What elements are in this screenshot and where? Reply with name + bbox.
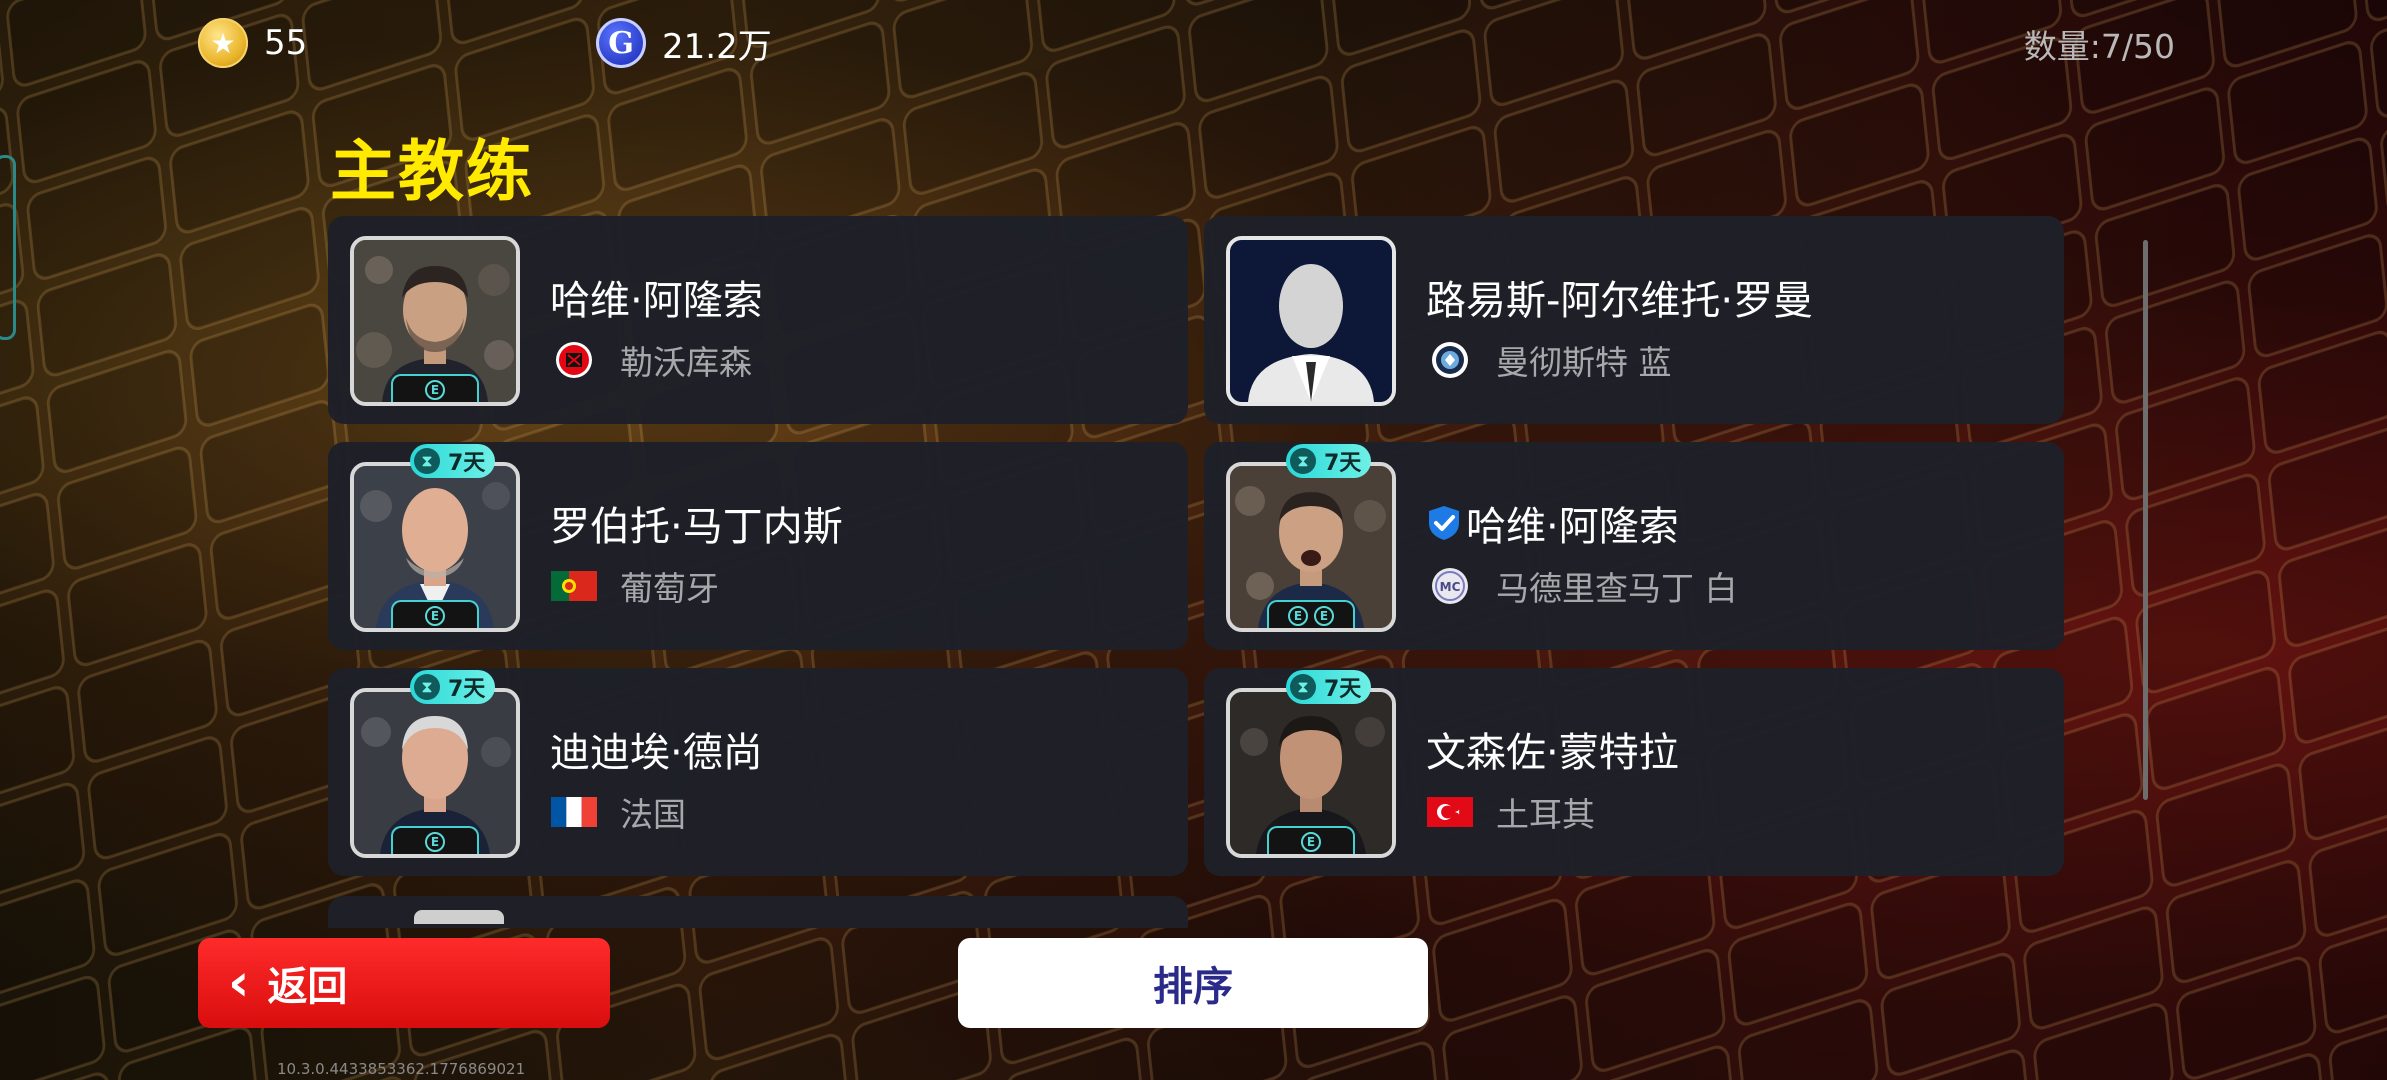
- e-badge-icon: E: [1301, 832, 1321, 852]
- e-badge-icon: E: [1314, 606, 1334, 626]
- hourglass-icon: ⧗: [1290, 448, 1316, 474]
- timer-text: 7天: [448, 677, 486, 702]
- team-name: 葡萄牙: [620, 569, 719, 608]
- back-button[interactable]: ‹ 返回: [198, 938, 610, 1028]
- coach-name: 哈维·阿隆索: [550, 278, 763, 324]
- e-badge-icon: E: [425, 832, 445, 852]
- time-limit-badge: ⧗ 7天: [410, 444, 496, 478]
- team-name: 法国: [620, 795, 686, 834]
- coach-list[interactable]: E 哈维·阿隆索 勒沃库森 路易斯-阿尔维托·罗曼 曼彻斯特 蓝 ⧗ 7天 E …: [328, 216, 2064, 928]
- e-badge-icon: E: [425, 380, 445, 400]
- coach-team: MC 马德里查马丁 白: [1426, 562, 1738, 610]
- hourglass-icon: ⧗: [1290, 674, 1316, 700]
- timer-text: 7天: [1324, 451, 1362, 476]
- manchester-blue-crest-icon: [1426, 340, 1474, 380]
- coach-card-partial[interactable]: [328, 896, 1188, 928]
- coach-badge: E: [1267, 826, 1355, 854]
- verified-shield-icon: [1426, 504, 1462, 542]
- e-badge-icon: E: [425, 606, 445, 626]
- coach-badge: E: [391, 600, 479, 628]
- time-limit-badge: ⧗ 7天: [410, 670, 496, 704]
- team-name: 马德里查马丁 白: [1496, 569, 1738, 608]
- time-limit-badge: ⧗ 7天: [1286, 670, 1372, 704]
- coach-card[interactable]: ⧗ 7天 E 文森佐·蒙特拉 土耳其: [1204, 668, 2064, 876]
- sort-button[interactable]: 排序: [958, 938, 1428, 1028]
- coach-portrait: E E: [1226, 462, 1396, 632]
- coach-card[interactable]: ⧗ 7天 E 迪迪埃·德尚 法国: [328, 668, 1188, 876]
- coach-card[interactable]: 路易斯-阿尔维托·罗曼 曼彻斯特 蓝: [1204, 216, 2064, 424]
- sort-button-label: 排序: [1153, 964, 1233, 1010]
- coach-portrait: E: [350, 462, 520, 632]
- page-title: 主教练: [330, 133, 534, 210]
- coach-team: 土耳其: [1426, 788, 1595, 836]
- hourglass-icon: ⧗: [414, 448, 440, 474]
- gp-display: G 21.2万: [596, 18, 772, 68]
- chevron-left-icon: ‹: [228, 953, 250, 1013]
- svg-text:MC: MC: [1440, 580, 1461, 594]
- coach-name: 哈维·阿隆索: [1426, 494, 1679, 552]
- team-name: 曼彻斯特 蓝: [1496, 343, 1672, 382]
- coach-name: 文森佐·蒙特拉: [1426, 730, 1679, 776]
- coach-badge: E E: [1267, 600, 1355, 628]
- coach-card[interactable]: ⧗ 7天 E E 哈维·阿隆索 MC 马德里查马丁 白: [1204, 442, 2064, 650]
- coach-portrait: E: [1226, 688, 1396, 858]
- portugal-flag-icon: [550, 566, 598, 606]
- coach-badge: E: [391, 826, 479, 854]
- turkey-flag-icon: [1426, 792, 1474, 832]
- coach-name: 路易斯-阿尔维托·罗曼: [1426, 278, 1814, 324]
- time-limit-badge: ⧗ 7天: [1286, 444, 1372, 478]
- timer-text: 7天: [1324, 677, 1362, 702]
- version-label: 10.3.0.4433853362.1776869021: [277, 1060, 526, 1078]
- leverkusen-crest-icon: [550, 340, 598, 380]
- madrid-white-crest-icon: MC: [1426, 566, 1474, 606]
- france-flag-icon: [550, 792, 598, 832]
- coach-card[interactable]: E 哈维·阿隆索 勒沃库森: [328, 216, 1188, 424]
- coach-name: 罗伯托·马丁内斯: [550, 504, 843, 550]
- coach-team: 法国: [550, 788, 686, 836]
- coins-value: 55: [264, 23, 308, 63]
- gp-coin-icon: G: [596, 18, 646, 68]
- team-name: 土耳其: [1496, 795, 1595, 834]
- coach-team: 勒沃库森: [550, 336, 752, 384]
- coins-display: ★ 55: [198, 18, 307, 68]
- coach-portrait-placeholder: [1226, 236, 1396, 406]
- timer-text: 7天: [448, 451, 486, 476]
- gp-value: 21.2万: [662, 26, 772, 67]
- hourglass-icon: ⧗: [414, 674, 440, 700]
- team-name: 勒沃库森: [620, 343, 752, 382]
- coach-portrait: E: [350, 236, 520, 406]
- coach-portrait: E: [350, 688, 520, 858]
- list-scrollbar[interactable]: [2143, 240, 2148, 800]
- coach-card[interactable]: ⧗ 7天 E 罗伯托·马丁内斯 葡萄牙: [328, 442, 1188, 650]
- e-badge-icon: E: [1288, 606, 1308, 626]
- back-button-label: 返回: [267, 964, 348, 1010]
- coach-badge: E: [391, 374, 479, 402]
- coach-team: 曼彻斯特 蓝: [1426, 336, 1672, 384]
- portrait-frame-top: [414, 910, 504, 924]
- coach-team: 葡萄牙: [550, 562, 719, 610]
- coach-name: 迪迪埃·德尚: [550, 730, 763, 776]
- gold-coin-icon: ★: [198, 18, 248, 68]
- coach-count: 数量:7/50: [2023, 27, 2175, 66]
- side-panel-handle[interactable]: [0, 155, 16, 340]
